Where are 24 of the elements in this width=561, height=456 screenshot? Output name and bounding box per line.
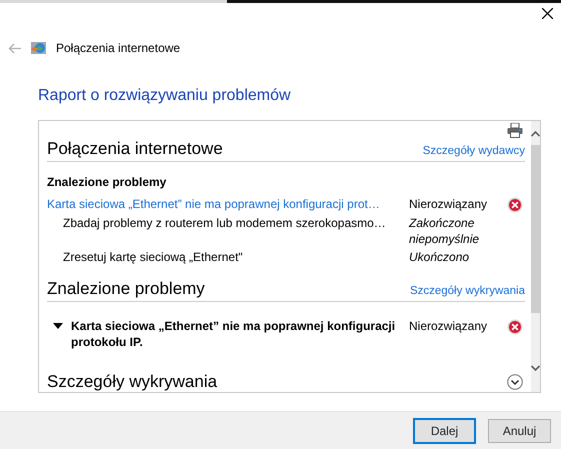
scrollbar-thumb[interactable] xyxy=(531,145,540,313)
step-text: Zbadaj problemy z routerem lub modemem szerokopasmo… xyxy=(62,215,386,231)
problem-title: Karta sieciowa „Ethernet” nie ma poprawnej konfiguracji protokołu IP. xyxy=(71,318,396,350)
step-text: Zresetuj kartę sieciową „Ethernet" xyxy=(62,249,243,265)
cancel-button[interactable]: Anuluj xyxy=(488,418,551,442)
close-icon[interactable] xyxy=(542,8,553,19)
section-heading: Połączenia internetowe xyxy=(47,139,223,160)
section-heading: Szczegóły wykrywania xyxy=(47,372,218,392)
status-text: Nierozwiązany xyxy=(409,318,488,334)
network-globe-icon xyxy=(31,41,46,55)
status-text: Zakończone niepomyślnie xyxy=(409,215,480,247)
expanded-triangle-icon[interactable] xyxy=(53,323,63,329)
next-button[interactable]: Dalej xyxy=(413,418,476,444)
subheading: Znalezione problemy xyxy=(47,174,168,190)
status-text: Ukończono xyxy=(409,249,470,265)
page-heading: Raport o rozwiązywaniu problemów xyxy=(38,88,292,104)
details-link[interactable]: Szczegóły wykrywania xyxy=(410,283,525,299)
printer-icon[interactable] xyxy=(507,123,523,138)
problem-link[interactable]: Karta sieciowa „Ethernet” nie ma poprawnej konfiguracji prot… xyxy=(47,196,380,212)
expand-chevron-icon[interactable] xyxy=(507,374,523,390)
details-link[interactable]: Szczegóły wydawcy xyxy=(422,143,525,160)
window-title: Połączenia internetowe xyxy=(56,40,180,56)
section-heading: Znalezione problemy xyxy=(47,279,205,299)
status-text: Nierozwiązany xyxy=(409,196,488,212)
